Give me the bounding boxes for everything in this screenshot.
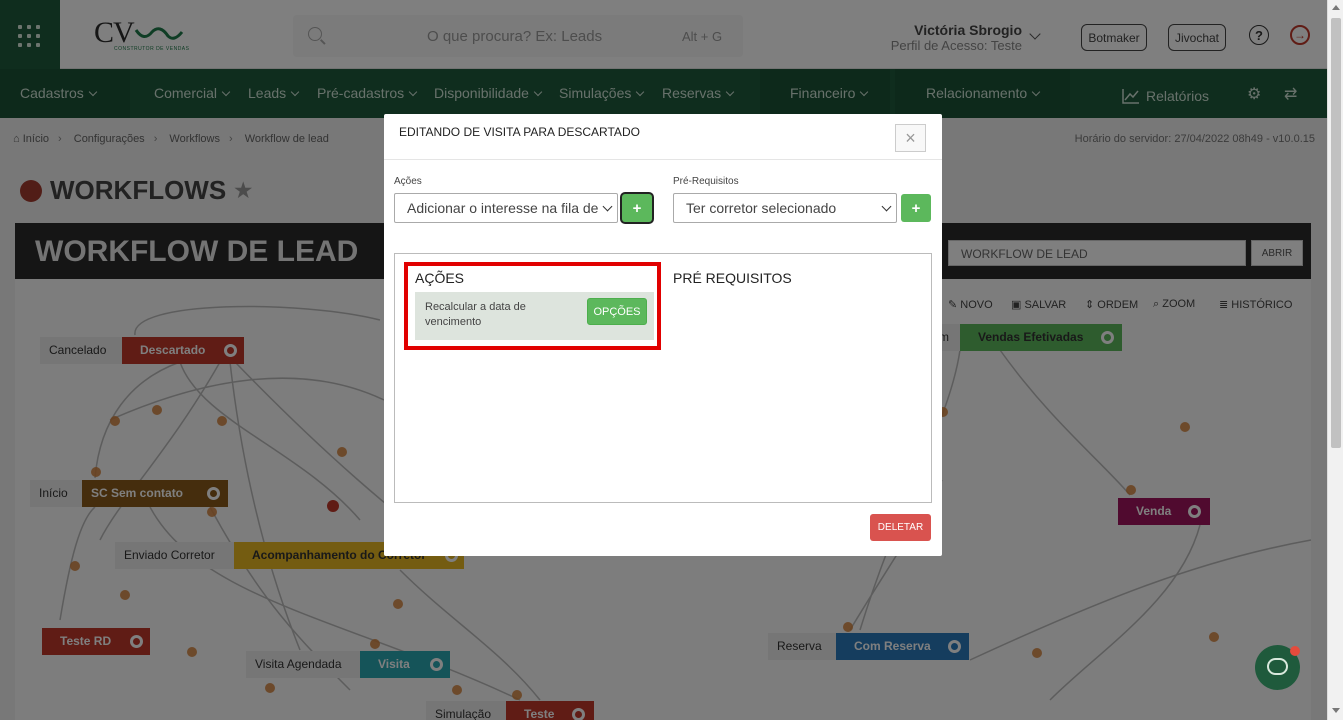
rules-panel: AÇÕES PRÉ REQUISITOS Recalcular a data d… (394, 253, 932, 503)
chat-icon (1267, 658, 1288, 675)
highlight-box (404, 262, 661, 350)
actions-label: Ações (394, 176, 422, 187)
modal-title: EDITANDO DE VISITA PARA DESCARTADO (399, 125, 640, 139)
add-action-button[interactable]: + (622, 194, 652, 222)
notification-badge (1290, 646, 1300, 656)
modal-header: EDITANDO DE VISITA PARA DESCARTADO × (384, 114, 942, 160)
edit-transition-modal: EDITANDO DE VISITA PARA DESCARTADO × Açõ… (384, 114, 942, 556)
scroll-up-icon[interactable] (1332, 5, 1340, 10)
chat-button[interactable] (1255, 645, 1300, 690)
scroll-thumb[interactable] (1331, 18, 1341, 448)
scrollbar[interactable] (1327, 0, 1343, 720)
prereq-select[interactable]: Ter corretor selecionado (673, 193, 897, 223)
delete-button[interactable]: DELETAR (870, 514, 931, 541)
scroll-down-icon[interactable] (1332, 708, 1340, 713)
close-icon[interactable]: × (895, 124, 926, 152)
add-prereq-button[interactable]: + (901, 194, 931, 222)
actions-select[interactable]: Adicionar o interesse na fila de (394, 193, 618, 223)
prereq-label: Pré-Requisitos (673, 176, 739, 187)
prereq-title: PRÉ REQUISITOS (673, 270, 792, 286)
